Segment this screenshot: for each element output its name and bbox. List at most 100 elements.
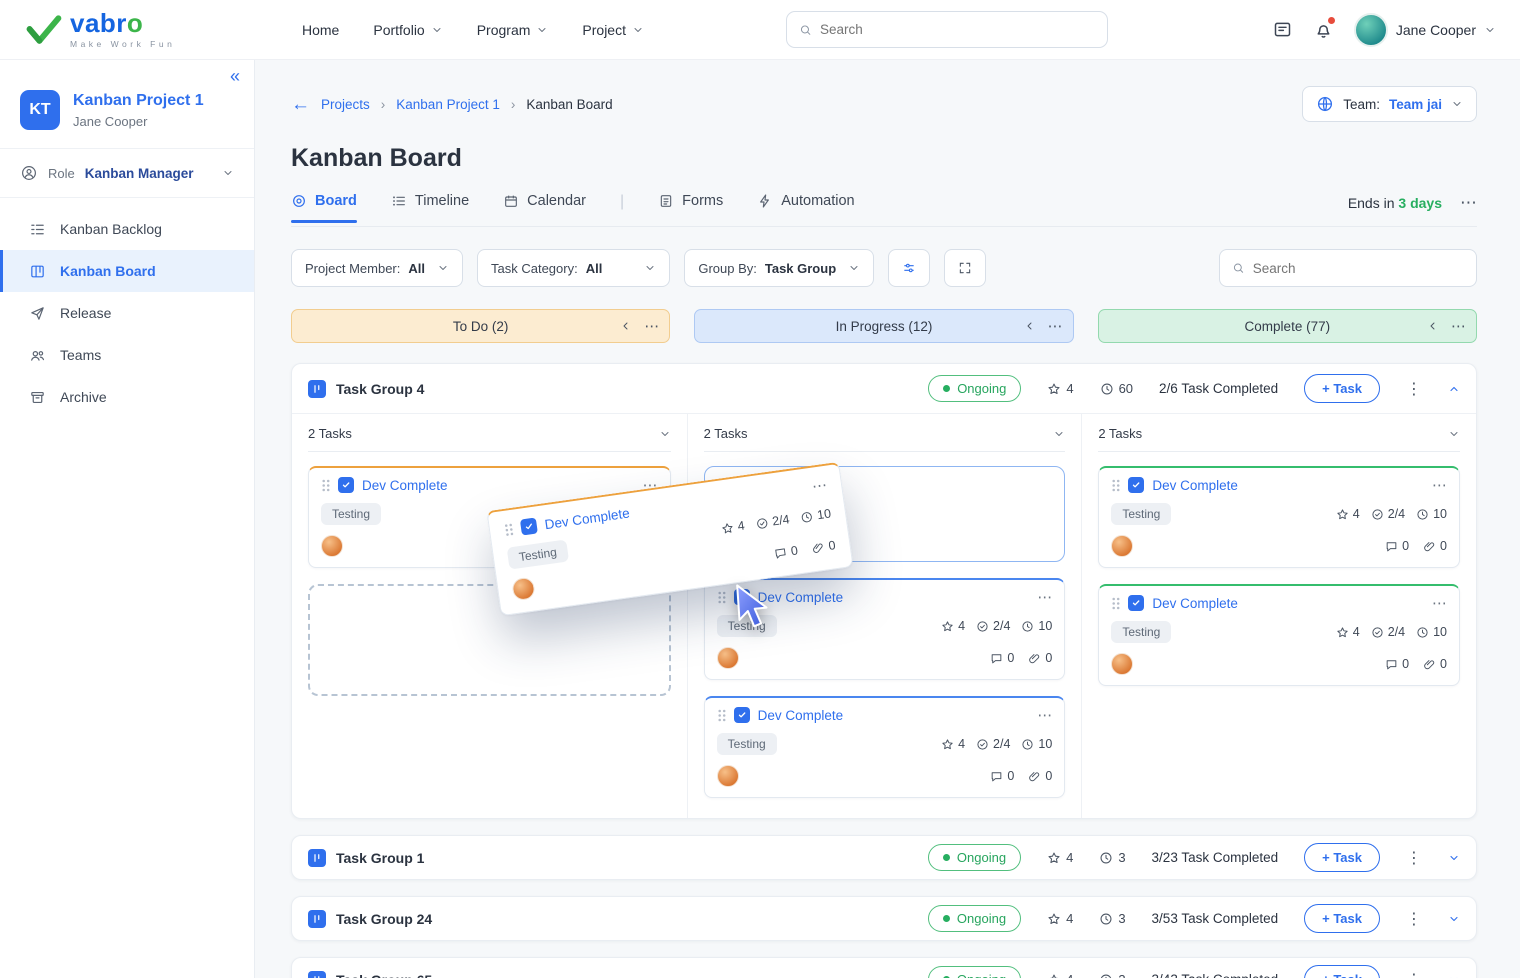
nav-program[interactable]: Program — [477, 22, 549, 38]
sidebar-item-kanban-board[interactable]: Kanban Board — [0, 250, 254, 292]
task-title[interactable]: Dev Complete — [758, 708, 844, 723]
board-search-input[interactable] — [1253, 261, 1464, 276]
global-search-input[interactable] — [820, 22, 1095, 37]
task-title[interactable]: Dev Complete — [1152, 478, 1238, 493]
drag-handle-icon[interactable] — [717, 708, 726, 723]
chevron-down-icon[interactable] — [659, 428, 671, 440]
tab-board[interactable]: Board — [291, 193, 357, 222]
assignee-avatar[interactable] — [321, 535, 343, 557]
task-title[interactable]: Dev Complete — [544, 505, 631, 532]
drag-handle-icon[interactable] — [717, 590, 726, 605]
column-header-in-progress[interactable]: In Progress (12) ⋯ — [694, 309, 1073, 343]
notifications-bell-icon[interactable] — [1313, 19, 1334, 40]
star-icon[interactable] — [1047, 973, 1061, 978]
chevron-left-icon[interactable] — [1427, 320, 1439, 332]
sidebar-collapse-icon[interactable]: « — [230, 66, 240, 87]
task-card[interactable]: Dev Complete ⋯ Testing 4 2/4 10 — [1098, 466, 1460, 568]
task-menu[interactable]: ⋯ — [1037, 588, 1052, 606]
task-group-65[interactable]: Task Group 65 Ongoing 4 3 3/43 Task Comp… — [291, 957, 1477, 978]
tab-forms[interactable]: Forms — [658, 193, 723, 222]
drag-handle-icon[interactable] — [1111, 478, 1120, 493]
task-card[interactable]: Dev Complete ⋯ Testing 4 2/4 10 — [704, 696, 1066, 798]
add-task-button[interactable]: + Task — [1304, 843, 1380, 872]
star-icon[interactable] — [720, 521, 735, 536]
chevron-down-icon[interactable] — [1448, 428, 1460, 440]
breadcrumb-projects[interactable]: Projects — [321, 97, 370, 112]
add-task-button[interactable]: + Task — [1304, 374, 1380, 403]
task-card[interactable]: Dev Complete ⋯ Testing 4 2/4 10 — [1098, 584, 1460, 686]
star-icon[interactable] — [941, 620, 954, 633]
fullscreen-button[interactable] — [944, 249, 986, 287]
vabro-logo[interactable]: vabro Make Work Fun — [26, 10, 238, 49]
star-icon[interactable] — [1047, 851, 1061, 865]
paper-plane-icon — [29, 305, 46, 322]
project-member-filter[interactable]: Project Member: All — [291, 249, 463, 287]
task-group-24[interactable]: Task Group 24 Ongoing 4 3 3/53 Task Comp… — [291, 896, 1477, 941]
tab-calendar[interactable]: Calendar — [503, 193, 586, 222]
task-menu[interactable]: ⋯ — [1432, 476, 1447, 494]
task-menu[interactable]: ⋯ — [1037, 706, 1052, 724]
forms-icon — [658, 193, 674, 209]
assignee-avatar[interactable] — [1111, 535, 1133, 557]
task-menu[interactable]: ⋯ — [1432, 594, 1447, 612]
column-menu[interactable]: ⋯ — [1048, 317, 1063, 335]
sidebar-item-release[interactable]: Release — [0, 292, 254, 334]
column-header-complete[interactable]: Complete (77) ⋯ — [1098, 309, 1477, 343]
task-title[interactable]: Dev Complete — [362, 478, 448, 493]
status-badge[interactable]: Ongoing — [928, 375, 1021, 402]
group-by-filter[interactable]: Group By: Task Group — [684, 249, 874, 287]
role-selector[interactable]: Role Kanban Manager — [0, 149, 254, 198]
drop-zone[interactable] — [308, 584, 671, 696]
status-badge[interactable]: Ongoing — [928, 844, 1021, 871]
status-badge[interactable]: Ongoing — [928, 905, 1021, 932]
sidebar-item-kanban-backlog[interactable]: Kanban Backlog — [0, 208, 254, 250]
column-menu[interactable]: ⋯ — [1451, 317, 1466, 335]
back-arrow-icon[interactable]: ← — [291, 95, 310, 114]
assignee-avatar[interactable] — [717, 765, 739, 787]
board-settings-button[interactable] — [888, 249, 930, 287]
assignee-avatar[interactable] — [1111, 653, 1133, 675]
breadcrumb-project[interactable]: Kanban Project 1 — [396, 97, 500, 112]
nav-home[interactable]: Home — [302, 22, 339, 38]
expand-group-icon[interactable] — [1448, 852, 1460, 864]
tab-automation[interactable]: Automation — [757, 193, 854, 222]
drag-handle-icon[interactable] — [321, 478, 330, 493]
team-selector[interactable]: Team: Team jai — [1302, 86, 1477, 122]
add-task-button[interactable]: + Task — [1304, 965, 1380, 978]
tab-timeline[interactable]: Timeline — [391, 193, 469, 222]
task-menu[interactable]: ⋯ — [811, 476, 828, 496]
assignee-avatar[interactable] — [717, 647, 739, 669]
assignee-avatar[interactable] — [511, 576, 536, 601]
chevron-left-icon[interactable] — [620, 320, 632, 332]
task-title[interactable]: Dev Complete — [1152, 596, 1238, 611]
tabs-more-menu[interactable]: ⋯ — [1460, 193, 1477, 213]
star-icon[interactable] — [1336, 508, 1349, 521]
star-icon[interactable] — [1047, 912, 1061, 926]
drag-handle-icon[interactable] — [1111, 596, 1120, 611]
chevron-down-icon[interactable] — [1053, 428, 1065, 440]
star-icon[interactable] — [1336, 626, 1349, 639]
star-icon[interactable] — [1047, 382, 1061, 396]
expand-group-icon[interactable] — [1448, 913, 1460, 925]
add-task-button[interactable]: + Task — [1304, 904, 1380, 933]
task-category-filter[interactable]: Task Category: All — [477, 249, 670, 287]
group-kebab-menu[interactable]: ⋮ — [1406, 848, 1422, 868]
task-group-1[interactable]: Task Group 1 Ongoing 4 3 3/23 Task Compl… — [291, 835, 1477, 880]
chevron-left-icon[interactable] — [1024, 320, 1036, 332]
nav-project[interactable]: Project — [582, 22, 644, 38]
feed-icon[interactable] — [1272, 19, 1293, 40]
nav-portfolio[interactable]: Portfolio — [373, 22, 442, 38]
column-header-todo[interactable]: To Do (2) ⋯ — [291, 309, 670, 343]
expand-group-icon[interactable] — [1448, 974, 1460, 978]
sidebar-item-archive[interactable]: Archive — [0, 376, 254, 418]
collapse-group-icon[interactable] — [1448, 383, 1460, 395]
column-menu[interactable]: ⋯ — [644, 317, 659, 335]
group-kebab-menu[interactable]: ⋮ — [1406, 909, 1422, 929]
group-kebab-menu[interactable]: ⋮ — [1406, 970, 1422, 978]
status-badge[interactable]: Ongoing — [928, 966, 1021, 978]
drag-handle-icon[interactable] — [503, 521, 514, 537]
user-menu[interactable]: Jane Cooper — [1354, 13, 1496, 47]
star-icon[interactable] — [941, 738, 954, 751]
sidebar-item-teams[interactable]: Teams — [0, 334, 254, 376]
group-kebab-menu[interactable]: ⋮ — [1406, 379, 1422, 399]
